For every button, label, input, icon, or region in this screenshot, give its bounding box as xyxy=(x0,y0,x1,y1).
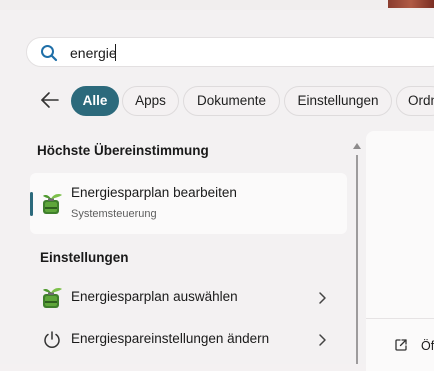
best-match-result[interactable]: Energiesparplan bearbeiten Systemsteueru… xyxy=(30,173,347,234)
scroll-up-arrow-icon[interactable] xyxy=(352,142,362,150)
search-box[interactable] xyxy=(26,37,434,67)
battery-plant-icon xyxy=(43,288,62,308)
text-caret xyxy=(115,44,116,61)
filter-chip-settings[interactable]: Einstellungen xyxy=(284,86,392,116)
filter-chip-all[interactable]: Alle xyxy=(71,86,119,116)
chevron-right-icon xyxy=(319,292,326,304)
battery-plant-icon xyxy=(43,194,62,214)
search-input[interactable] xyxy=(70,44,410,62)
search-icon xyxy=(41,45,58,62)
preview-pane xyxy=(366,131,434,371)
open-external-icon[interactable] xyxy=(394,338,408,352)
settings-item-choose-plan[interactable]: Energiesparplan auswählen xyxy=(30,278,347,318)
settings-item-label: Energiesparplan auswählen xyxy=(71,289,238,304)
selection-accent xyxy=(30,192,33,216)
chevron-right-icon xyxy=(319,334,326,346)
open-action-label[interactable]: Öf xyxy=(421,339,434,353)
filter-chip-folders[interactable]: Ordn xyxy=(396,86,434,116)
settings-heading: Einstellungen xyxy=(40,250,129,265)
back-arrow-icon[interactable] xyxy=(38,88,62,112)
result-title: Energiesparplan bearbeiten xyxy=(71,185,237,200)
preview-divider xyxy=(366,318,434,319)
scrollbar-thumb[interactable] xyxy=(356,155,358,364)
filter-chip-apps[interactable]: Apps xyxy=(122,86,179,116)
best-match-heading: Höchste Übereinstimmung xyxy=(37,143,209,158)
filter-chip-documents[interactable]: Dokumente xyxy=(183,86,280,116)
result-subtitle: Systemsteuerung xyxy=(71,208,157,220)
settings-item-power-settings[interactable]: Energiespareinstellungen ändern xyxy=(30,320,347,360)
power-icon xyxy=(44,331,60,348)
settings-item-label: Energiespareinstellungen ändern xyxy=(71,331,270,346)
wallpaper-corner xyxy=(388,0,434,8)
